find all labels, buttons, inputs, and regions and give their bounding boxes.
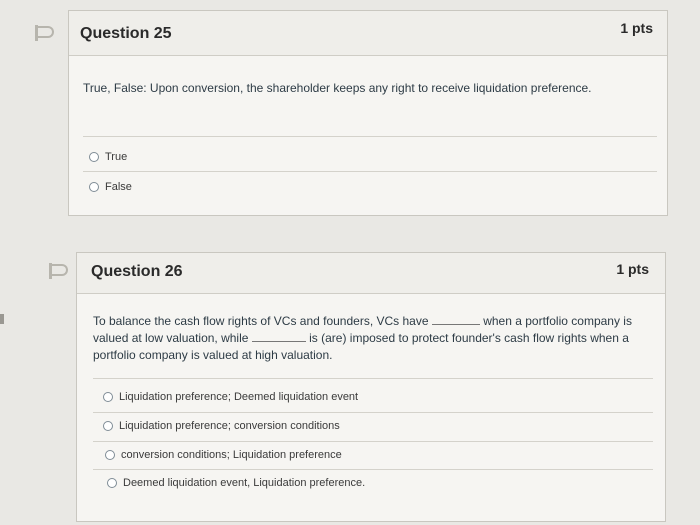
fill-in-blank-1	[431, 324, 480, 325]
option-label: Liquidation preference; Deemed liquidati…	[119, 391, 359, 403]
radio-button[interactable]	[89, 152, 99, 162]
question-26-title: Question 26	[91, 263, 183, 280]
question-25-divider	[83, 136, 657, 137]
question-26-divider	[93, 378, 653, 379]
radio-button[interactable]	[89, 182, 99, 192]
question-26-option-1[interactable]: Liquidation preference; Deemed liquidati…	[103, 391, 358, 403]
question-26-option-3[interactable]: conversion conditions; Liquidation prefe…	[105, 449, 342, 461]
option-label: Deemed liquidation event, Liquidation pr…	[123, 477, 366, 489]
option-label: True	[105, 151, 128, 163]
option-divider	[93, 469, 653, 470]
question-25-header: Question 25 1 pts	[69, 11, 667, 56]
flag-question-26-icon[interactable]	[49, 263, 68, 279]
fill-in-blank-2	[251, 341, 306, 342]
option-label: conversion conditions; Liquidation prefe…	[121, 449, 342, 461]
question-25-card: Question 25 1 pts True, False: Upon conv…	[68, 10, 668, 216]
option-label: Liquidation preference; conversion condi…	[119, 420, 340, 432]
option-divider	[83, 171, 657, 172]
radio-button[interactable]	[105, 450, 115, 460]
question-26-header: Question 26 1 pts	[77, 253, 665, 294]
question-25-title: Question 25	[80, 25, 172, 42]
question-26-text-part-1: To balance the cash flow rights of VCs a…	[93, 314, 429, 328]
question-26-option-4[interactable]: Deemed liquidation event, Liquidation pr…	[107, 477, 365, 489]
question-26-card: Question 26 1 pts To balance the cash fl…	[76, 252, 666, 522]
option-label: False	[105, 181, 132, 193]
question-26-points: 1 pts	[616, 261, 649, 277]
radio-button[interactable]	[107, 478, 117, 488]
radio-button[interactable]	[103, 421, 113, 431]
question-26-option-2[interactable]: Liquidation preference; conversion condi…	[103, 420, 340, 432]
option-divider	[93, 441, 653, 442]
question-25-text: True, False: Upon conversion, the shareh…	[83, 81, 592, 95]
option-divider	[93, 412, 653, 413]
page-edge-marker	[0, 314, 4, 324]
question-26-text: To balance the cash flow rights of VCs a…	[93, 313, 653, 364]
question-25-option-false[interactable]: False	[89, 181, 132, 193]
question-25-option-true[interactable]: True	[89, 151, 127, 163]
question-25-points: 1 pts	[620, 20, 653, 36]
flag-question-25-icon[interactable]	[35, 25, 54, 41]
radio-button[interactable]	[103, 392, 113, 402]
